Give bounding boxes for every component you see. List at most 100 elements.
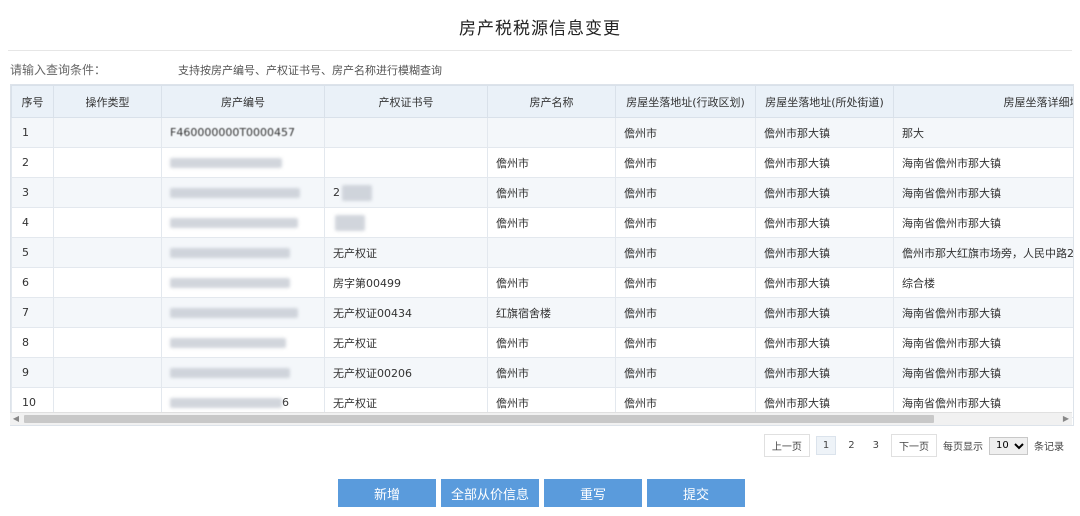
cell-op-type: [53, 297, 162, 328]
per-page-label: 每页显示: [943, 442, 983, 453]
cell-seq: 9: [11, 357, 54, 388]
cell-op-type: [53, 267, 162, 298]
query-label: 请输入查询条件：: [10, 63, 107, 77]
scrollbar-thumb[interactable]: [24, 415, 934, 423]
cell-op-type: [53, 327, 162, 358]
cell-seq: 1: [11, 117, 54, 148]
cell-property-code: [161, 177, 325, 208]
cell-property-name: 儋州市: [487, 147, 616, 178]
property-table: 序号 操作类型 房产编号 产权证书号 房产名称 房屋坐落地址(行政区划) 房屋坐…: [11, 85, 1073, 418]
cell-street: 儋州市那大镇: [755, 147, 894, 178]
cell-detail-address: 儋州市那大红旗市场旁，人民中路24: [893, 237, 1073, 268]
page-1-button[interactable]: 1: [815, 436, 837, 455]
redacted-value: [170, 188, 300, 198]
table-row[interactable]: 6 房字第00499 儋州市 儋州市 儋州市那大镇 综合楼: [11, 267, 1073, 298]
cell-street: 儋州市那大镇: [755, 267, 894, 298]
cell-property-code: [161, 147, 325, 178]
col-header-property-name[interactable]: 房产名称: [487, 85, 616, 118]
table-row[interactable]: 5 无产权证 儋州市 儋州市那大镇 儋州市那大红旗市场旁，人民中路24: [11, 237, 1073, 268]
cell-text: 2: [333, 185, 340, 199]
cell-property-code: F460000000T0000457: [161, 117, 325, 148]
cell-detail-address: 综合楼: [893, 267, 1073, 298]
cell-district: 儋州市: [615, 297, 756, 328]
cell-property-code: [161, 267, 325, 298]
redacted-value: [170, 248, 290, 258]
col-header-op-type[interactable]: 操作类型: [53, 85, 162, 118]
col-header-seq[interactable]: 序号: [11, 85, 54, 118]
all-price-info-button[interactable]: 全部从价信息: [441, 479, 539, 507]
cell-cert-no: 无产权证: [324, 237, 488, 268]
table-row[interactable]: 9 无产权证00206 儋州市 儋州市 儋州市那大镇 海南省儋州市那大镇: [11, 357, 1073, 388]
col-header-district[interactable]: 房屋坐落地址(行政区划): [615, 85, 756, 118]
cell-cert-no: [324, 147, 488, 178]
cell-seq: 4: [11, 207, 54, 238]
cell-seq: 8: [11, 327, 54, 358]
cell-detail-address: 那大: [893, 117, 1073, 148]
scroll-right-icon[interactable]: ▶: [1060, 413, 1072, 425]
cell-seq: 5: [11, 237, 54, 268]
cell-seq: 7: [11, 297, 54, 328]
cell-op-type: [53, 117, 162, 148]
page-title: 房产税税源信息变更: [459, 19, 621, 39]
table-row[interactable]: 7 无产权证00434 红旗宿舍楼 儋州市 儋州市那大镇 海南省儋州市那大镇: [11, 297, 1073, 328]
cell-property-name: [487, 237, 616, 268]
cell-street: 儋州市那大镇: [755, 297, 894, 328]
next-page-button[interactable]: 下一页: [891, 434, 937, 457]
cell-cert-no: 无产权证00434: [324, 297, 488, 328]
cell-street: 儋州市那大镇: [755, 177, 894, 208]
page-2-button[interactable]: 2: [842, 437, 860, 454]
cell-property-code: [161, 327, 325, 358]
cell-seq: 2: [11, 147, 54, 178]
add-button[interactable]: 新增: [338, 479, 436, 507]
cell-district: 儋州市: [615, 147, 756, 178]
reset-button[interactable]: 重写: [544, 479, 642, 507]
table-row[interactable]: 4 儋州市 儋州市 儋州市那大镇 海南省儋州市那大镇: [11, 207, 1073, 238]
cell-cert-no: 2: [324, 177, 488, 208]
cell-text: F460000000T0000457: [170, 126, 296, 139]
cell-detail-address: 海南省儋州市那大镇: [893, 357, 1073, 388]
redacted-value: [170, 398, 282, 408]
redacted-value: [170, 158, 282, 168]
table-row[interactable]: 3 2 儋州市 儋州市 儋州市那大镇 海南省儋州市那大镇: [11, 177, 1073, 208]
cell-street: 儋州市那大镇: [755, 237, 894, 268]
redacted-value: [170, 218, 298, 228]
table-header-row: 序号 操作类型 房产编号 产权证书号 房产名称 房屋坐落地址(行政区划) 房屋坐…: [11, 85, 1073, 118]
cell-property-code: [161, 357, 325, 388]
cell-op-type: [53, 237, 162, 268]
records-label: 条记录: [1034, 442, 1064, 453]
redacted-value: [170, 368, 290, 378]
per-page-select[interactable]: 10: [989, 436, 1028, 455]
horizontal-scrollbar[interactable]: ◀ ▶: [10, 412, 1072, 425]
col-header-property-code[interactable]: 房产编号: [161, 85, 325, 118]
action-bar: 新增 全部从价信息 重写 提交: [338, 479, 745, 507]
table-row[interactable]: 1 F460000000T0000457 儋州市 儋州市那大镇 那大: [11, 117, 1073, 148]
submit-button[interactable]: 提交: [647, 479, 745, 507]
cell-detail-address: 海南省儋州市那大镇: [893, 177, 1073, 208]
cell-district: 儋州市: [615, 117, 756, 148]
cell-district: 儋州市: [615, 327, 756, 358]
cell-property-name: 儋州市: [487, 207, 616, 238]
cell-text: 6: [282, 396, 289, 409]
cell-property-name: 儋州市: [487, 327, 616, 358]
cell-property-name: 儋州市: [487, 357, 616, 388]
cell-property-name: 儋州市: [487, 177, 616, 208]
page-3-button[interactable]: 3: [867, 437, 885, 454]
col-header-street[interactable]: 房屋坐落地址(所处街道): [755, 85, 894, 118]
cell-street: 儋州市那大镇: [755, 207, 894, 238]
cell-seq: 6: [11, 267, 54, 298]
cell-detail-address: 海南省儋州市那大镇: [893, 147, 1073, 178]
cell-cert-no: 无产权证00206: [324, 357, 488, 388]
redacted-value: [170, 278, 290, 288]
table-row[interactable]: 8 无产权证 儋州市 儋州市 儋州市那大镇 海南省儋州市那大镇: [11, 327, 1073, 358]
redacted-value: [170, 338, 286, 348]
col-header-detail-address[interactable]: 房屋坐落详细地址: [893, 85, 1073, 118]
scroll-left-icon[interactable]: ◀: [10, 413, 22, 425]
property-grid: 序号 操作类型 房产编号 产权证书号 房产名称 房屋坐落地址(行政区划) 房屋坐…: [10, 84, 1074, 426]
col-header-cert-no[interactable]: 产权证书号: [324, 85, 488, 118]
prev-page-button[interactable]: 上一页: [763, 434, 810, 457]
cell-property-code: [161, 237, 325, 268]
query-hint: 支持按房产编号、产权证书号、房产名称进行模糊查询: [178, 64, 442, 77]
cell-op-type: [53, 177, 162, 208]
table-row[interactable]: 2 儋州市 儋州市 儋州市那大镇 海南省儋州市那大镇: [11, 147, 1073, 178]
cell-cert-no: 无产权证: [324, 327, 488, 358]
